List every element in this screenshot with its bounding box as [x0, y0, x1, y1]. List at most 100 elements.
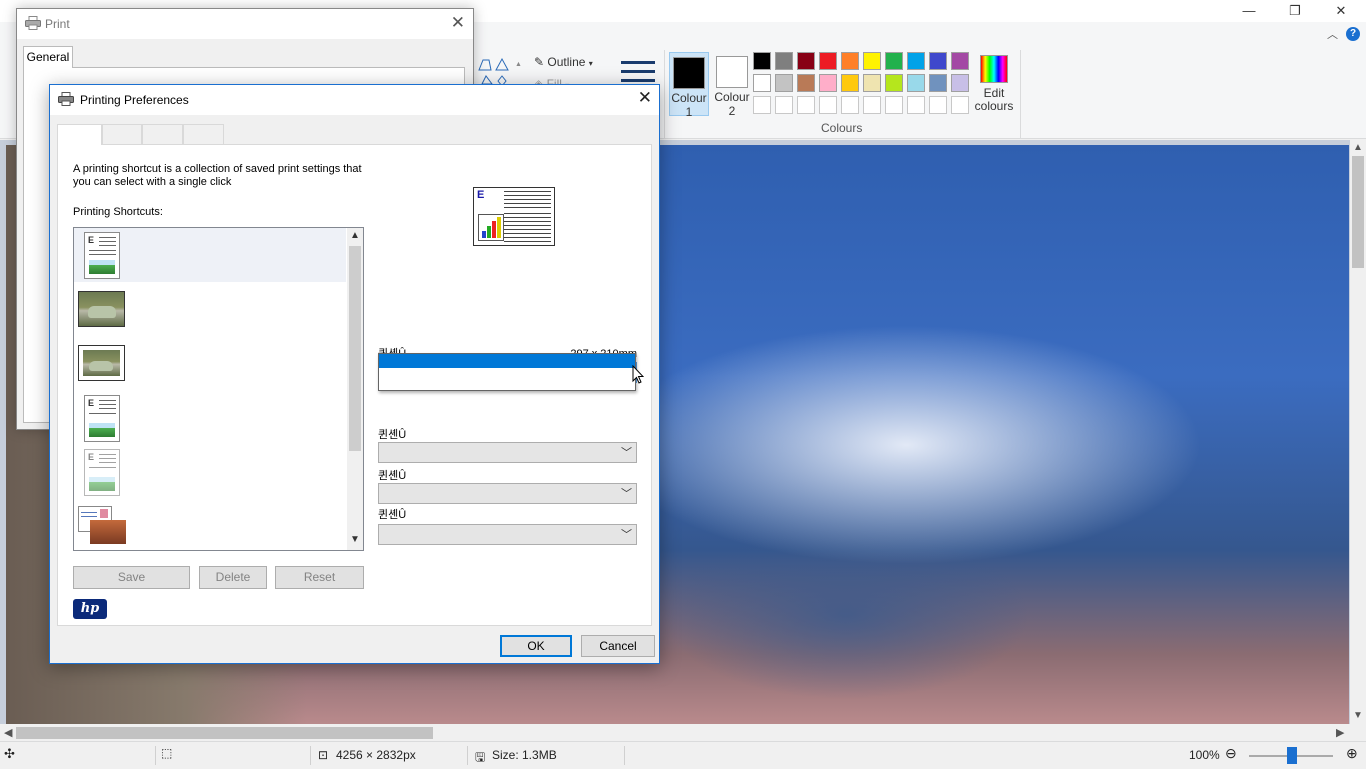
ok-button[interactable]: OK — [500, 635, 572, 657]
palette-swatch[interactable] — [775, 74, 793, 92]
zoom-slider-thumb[interactable] — [1287, 747, 1297, 764]
palette-swatch[interactable] — [819, 52, 837, 70]
horizontal-scroll-thumb[interactable] — [16, 727, 433, 739]
outline-icon: ✎ — [534, 55, 545, 69]
palette-swatch[interactable] — [863, 52, 881, 70]
dropdown-option-selected[interactable] — [379, 354, 635, 368]
printing-shortcuts-label: Printing Shortcuts: — [73, 206, 163, 218]
palette-swatch[interactable] — [841, 74, 859, 92]
image-size-text: 4256 × 2832px — [336, 748, 416, 762]
scroll-up-icon[interactable]: ▲ — [350, 230, 360, 241]
palette-swatch[interactable] — [929, 96, 947, 114]
list-item[interactable] — [74, 284, 346, 338]
scroll-down-icon[interactable]: ▼ — [350, 534, 360, 545]
list-item[interactable]: E — [74, 392, 346, 446]
palette-swatch[interactable] — [907, 74, 925, 92]
tab-2[interactable] — [102, 124, 142, 144]
field-2-select[interactable]: ﹀ — [378, 442, 637, 463]
reset-button[interactable]: Reset — [275, 566, 364, 589]
tab-shortcuts[interactable] — [57, 124, 102, 145]
cursor-position-icon: ✣ — [4, 746, 15, 761]
field-3-label: 퀸셴Û — [378, 470, 407, 482]
postcard-icon — [78, 506, 126, 546]
palette-swatch[interactable] — [885, 96, 903, 114]
delete-button[interactable]: Delete — [199, 566, 267, 589]
collapse-ribbon-icon[interactable]: ︿ — [1327, 26, 1338, 42]
field-3-select[interactable]: ﹀ — [378, 483, 637, 504]
tab-general[interactable]: General — [23, 46, 73, 68]
palette-swatch[interactable] — [775, 52, 793, 70]
palette-swatch[interactable] — [753, 96, 771, 114]
list-item[interactable]: E — [74, 228, 346, 282]
palette-swatch[interactable] — [797, 52, 815, 70]
palette-swatch[interactable] — [841, 96, 859, 114]
colour-2-swatch — [716, 56, 748, 88]
minimize-button[interactable]: — — [1226, 0, 1272, 22]
shortcuts-scroll-thumb[interactable] — [349, 246, 361, 451]
palette-swatch[interactable] — [863, 74, 881, 92]
document-preview: E — [473, 187, 555, 246]
shortcuts-scrollbar[interactable]: ▲ ▼ — [347, 228, 363, 550]
palette-swatch[interactable] — [863, 96, 881, 114]
photo-bordered-icon — [78, 345, 125, 381]
selection-size-icon: ⬚ — [161, 746, 173, 760]
prefs-close-icon[interactable]: ✕ — [638, 88, 652, 108]
palette-swatch[interactable] — [841, 52, 859, 70]
photo-borderless-icon — [78, 291, 125, 327]
scroll-up-icon[interactable]: ▲ — [1353, 142, 1363, 153]
vertical-scrollbar[interactable]: ▲ ▼ — [1350, 140, 1366, 724]
prefs-dialog-title: Printing Preferences — [80, 93, 189, 107]
colour-1-label: Colour — [671, 91, 707, 105]
zoom-in-icon[interactable]: ⊕ — [1346, 745, 1358, 762]
palette-swatch[interactable] — [907, 52, 925, 70]
restore-button[interactable]: ❐ — [1272, 0, 1318, 22]
save-button[interactable]: Save — [73, 566, 190, 589]
tab-3[interactable] — [142, 124, 183, 144]
edit-colours-label-2: colours — [974, 99, 1014, 113]
scroll-right-icon[interactable]: ▶ — [1336, 726, 1344, 739]
colours-group-label: Colours — [821, 121, 863, 135]
list-item[interactable] — [74, 338, 346, 392]
cancel-button[interactable]: Cancel — [581, 635, 655, 657]
zoom-out-icon[interactable]: ⊖ — [1225, 745, 1237, 762]
horizontal-scrollbar[interactable]: ◀ ▶ — [0, 724, 1350, 741]
mouse-cursor-icon — [632, 364, 645, 388]
palette-swatch[interactable] — [929, 52, 947, 70]
printing-shortcuts-list[interactable]: E E E ▲ ▼ — [73, 227, 364, 551]
palette-swatch[interactable] — [929, 74, 947, 92]
help-icon[interactable]: ? — [1346, 27, 1360, 41]
palette-swatch[interactable] — [885, 74, 903, 92]
palette-swatch[interactable] — [819, 74, 837, 92]
edit-colours-button[interactable]: Edit colours — [973, 52, 1015, 113]
colour-1-number: 1 — [685, 105, 693, 119]
outline-dropdown[interactable]: ✎ Outline ▾ — [534, 55, 593, 69]
palette-swatch[interactable] — [907, 96, 925, 114]
palette-swatch[interactable] — [819, 96, 837, 114]
colour-2-button[interactable]: Colour 2 — [712, 52, 752, 118]
field-4-select[interactable]: ﹀ — [378, 524, 637, 545]
list-item[interactable] — [74, 500, 346, 550]
tab-4[interactable] — [183, 124, 224, 144]
palette-swatch[interactable] — [797, 74, 815, 92]
paper-size-dropdown-list[interactable] — [378, 353, 636, 391]
edit-colours-icon — [980, 55, 1008, 83]
palette-swatch[interactable] — [951, 96, 969, 114]
document-duplex-icon: E — [84, 395, 120, 442]
print-title-bar: Print ✕ — [17, 9, 473, 39]
palette-swatch[interactable] — [951, 52, 969, 70]
close-button[interactable]: ✕ — [1318, 0, 1364, 22]
palette-swatch[interactable] — [885, 52, 903, 70]
palette-swatch[interactable] — [951, 74, 969, 92]
palette-swatch[interactable] — [753, 52, 771, 70]
colour-palette — [753, 52, 975, 118]
list-item[interactable]: E — [74, 446, 346, 500]
palette-swatch[interactable] — [753, 74, 771, 92]
colour-1-button[interactable]: Colour 1 — [669, 52, 709, 119]
scroll-left-icon[interactable]: ◀ — [4, 726, 12, 739]
vertical-scroll-thumb[interactable] — [1352, 156, 1364, 268]
print-close-icon[interactable]: ✕ — [451, 13, 465, 33]
document-economy-icon: E — [84, 449, 120, 496]
palette-swatch[interactable] — [775, 96, 793, 114]
palette-swatch[interactable] — [797, 96, 815, 114]
scroll-down-icon[interactable]: ▼ — [1353, 710, 1363, 721]
